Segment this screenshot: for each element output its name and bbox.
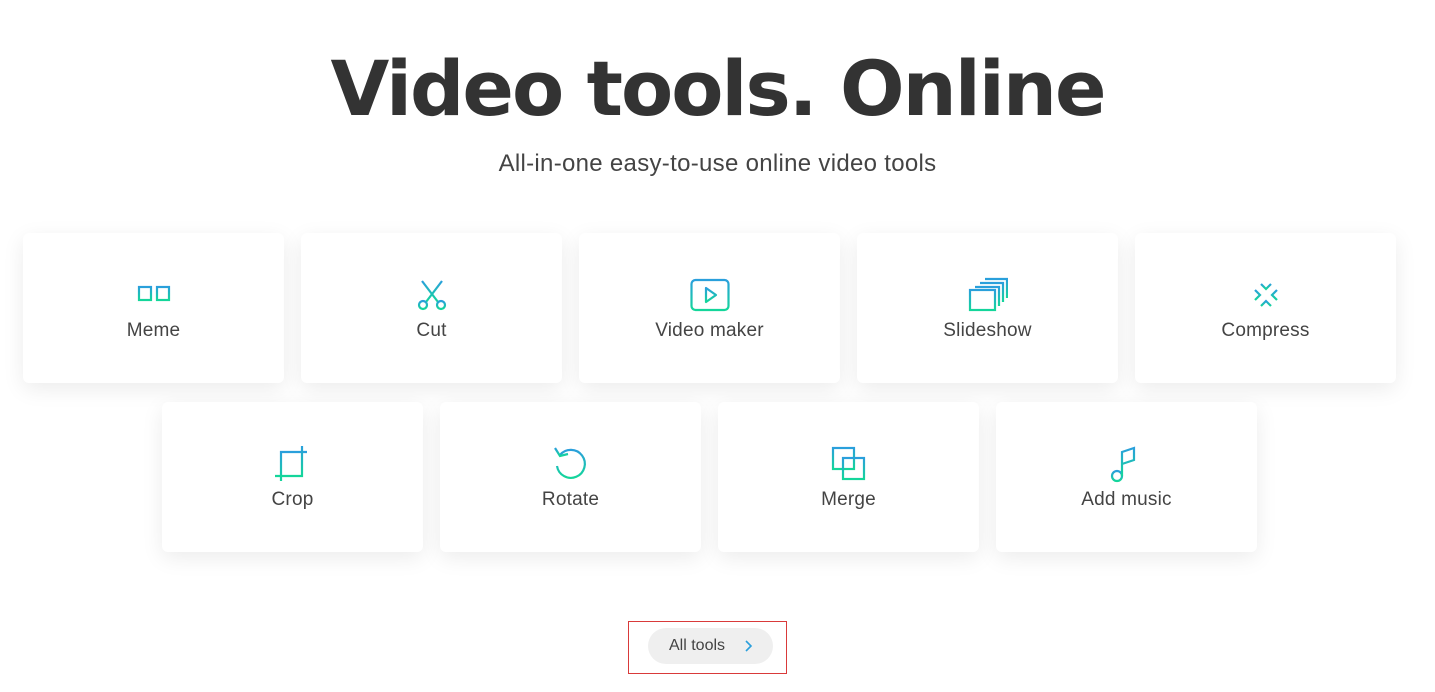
tool-label: Video maker [655, 320, 764, 341]
tool-card-add-music[interactable]: Add music [996, 402, 1257, 552]
tool-card-slideshow[interactable]: Slideshow [857, 233, 1118, 383]
slides-icon [968, 277, 1008, 312]
page-subtitle: All-in-one easy-to-use online video tool… [498, 150, 937, 177]
tool-label: Crop [271, 489, 314, 510]
tool-label: Cut [416, 320, 447, 341]
page-title: Video tools. Online [330, 44, 1107, 133]
all-tools-button[interactable]: All tools [648, 628, 773, 664]
tools-row-1: Meme Cut Video maker Slideshow Compress [23, 233, 1396, 383]
tool-label: Compress [1221, 320, 1310, 341]
merge-icon [831, 446, 865, 481]
tool-card-compress[interactable]: Compress [1135, 233, 1396, 383]
tool-label: Meme [126, 320, 181, 341]
crop-icon [274, 446, 307, 481]
tool-label: Merge [821, 489, 876, 510]
glasses-icon [133, 285, 174, 302]
play-icon [689, 278, 730, 312]
tool-card-cut[interactable]: Cut [301, 233, 562, 383]
compress-arrows-icon [1245, 275, 1286, 315]
add-music-icon [1110, 446, 1145, 483]
tool-label: Rotate [541, 489, 600, 510]
tool-card-rotate[interactable]: Rotate [440, 402, 701, 552]
rotate-icon [553, 447, 586, 479]
chevron-right-icon [745, 640, 753, 652]
all-tools-label: All tools [669, 637, 726, 654]
tool-card-crop[interactable]: Crop [162, 402, 423, 552]
scissors-icon [417, 280, 446, 311]
tool-card-meme[interactable]: Meme [23, 233, 284, 383]
tool-card-merge[interactable]: Merge [718, 402, 979, 552]
tools-row-2: Crop Rotate Merge Add music [162, 402, 1257, 552]
tool-card-video-maker[interactable]: Video maker [579, 233, 840, 383]
tool-label: Slideshow [943, 320, 1032, 341]
tool-label: Add music [1081, 489, 1172, 510]
